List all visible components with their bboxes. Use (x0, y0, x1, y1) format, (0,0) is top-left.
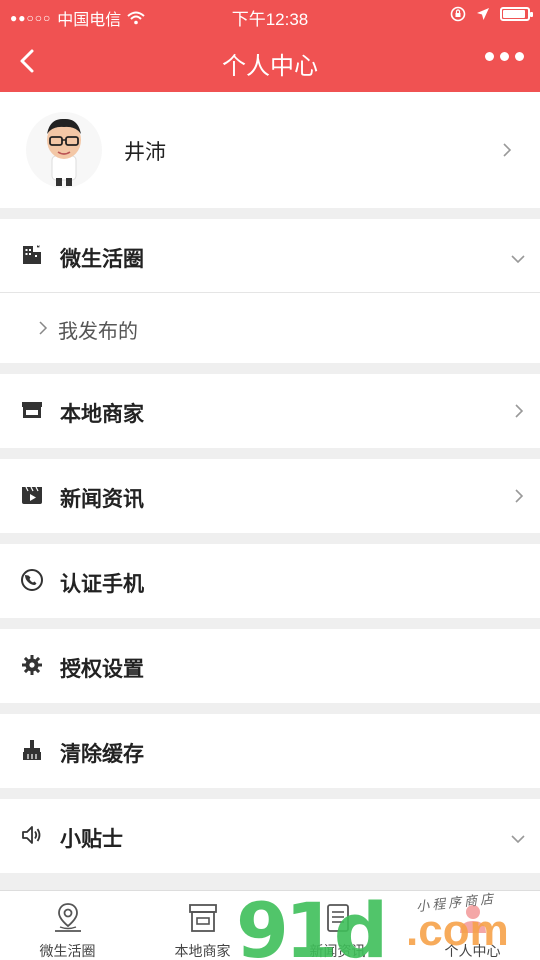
more-dot-icon (500, 52, 509, 61)
authorize-row[interactable]: 授权设置 (0, 629, 540, 703)
circle-building-icon (23, 245, 41, 264)
verify-phone-row[interactable]: 认证手机 (0, 544, 540, 618)
circle-row[interactable]: 微生活圈 (0, 219, 540, 293)
circle-section: 微生活圈 我发布的 (0, 219, 540, 363)
tips-label: 小贴士 (60, 828, 123, 851)
avatar-cartoon-icon (47, 118, 81, 186)
news-video-icon (22, 486, 42, 504)
location-arrow-icon (477, 8, 489, 20)
tips-row[interactable]: 小贴士 (0, 799, 540, 873)
tab-news[interactable]: 新闻资讯 (270, 891, 405, 960)
profile-card[interactable]: 井沛 (0, 92, 540, 208)
tab-merchants[interactable]: 本地商家 (135, 891, 270, 960)
merchants-row[interactable]: 本地商家 (0, 374, 540, 448)
clear-cache-row[interactable]: 清除缓存 (0, 714, 540, 788)
tab-label: 个人中心 (444, 943, 501, 959)
store-icon (22, 402, 42, 418)
location-pin-icon (54, 903, 81, 932)
speaker-icon (22, 826, 41, 844)
rotation-lock-icon (450, 6, 466, 22)
tab-bar: 微生活圈 本地商家 新闻资讯 个人中心 (0, 890, 540, 960)
chevron-right-icon (515, 404, 524, 418)
my-posts-row[interactable]: 我发布的 (0, 291, 540, 365)
status-bar: ●●○○○ 中国电信 下午12:38 (0, 0, 540, 30)
phone-icon (21, 569, 43, 591)
more-dot-icon (485, 52, 494, 61)
avatar (26, 112, 102, 188)
nav-bar: 个人中心 (0, 30, 540, 92)
chevron-right-icon (515, 489, 524, 503)
broom-icon (23, 740, 41, 760)
tab-profile[interactable]: 个人中心 (405, 891, 540, 960)
verify-phone-label: 认证手机 (60, 573, 144, 596)
tab-label: 本地商家 (174, 943, 231, 959)
user-icon (459, 905, 486, 933)
battery-icon (500, 7, 533, 21)
store-icon (188, 904, 217, 932)
tab-label: 微生活圈 (39, 943, 96, 959)
authorize-label: 授权设置 (60, 658, 144, 681)
news-icon (326, 904, 349, 932)
page-title: 个人中心 (222, 53, 318, 80)
chevron-right-icon (39, 321, 48, 335)
news-label: 新闻资讯 (60, 488, 144, 511)
merchants-label: 本地商家 (60, 403, 144, 426)
profile-name: 井沛 (124, 141, 166, 164)
chevron-down-icon (511, 835, 525, 844)
my-posts-label: 我发布的 (58, 321, 138, 343)
tab-label: 新闻资讯 (309, 943, 366, 959)
clear-cache-label: 清除缓存 (60, 743, 144, 766)
gear-icon (22, 655, 42, 675)
tab-circle[interactable]: 微生活圈 (0, 891, 135, 960)
chevron-down-icon (511, 255, 525, 264)
more-dot-icon (515, 52, 524, 61)
circle-label: 微生活圈 (60, 248, 144, 271)
more-options-button[interactable] (485, 52, 524, 61)
battery-level (503, 10, 525, 18)
news-row[interactable]: 新闻资讯 (0, 459, 540, 533)
chevron-right-icon (503, 143, 512, 157)
